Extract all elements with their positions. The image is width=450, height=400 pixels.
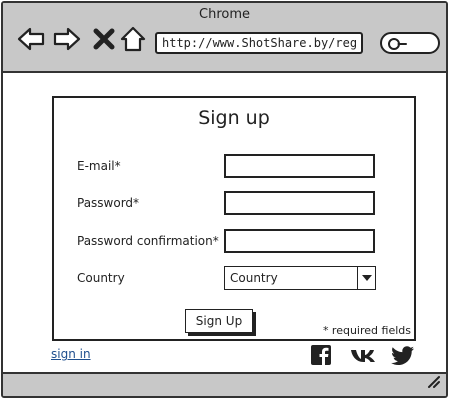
facebook-icon[interactable] [309,343,333,367]
vk-icon[interactable] [349,343,379,367]
required-fields-note: * required fields [322,324,411,337]
home-icon[interactable] [120,25,148,53]
twitter-icon[interactable] [391,343,415,367]
password-confirmation-label: Password confirmation* [77,234,219,248]
sign-in-link[interactable]: sign in [51,347,91,361]
email-field[interactable] [224,154,375,178]
form-title: Sign up [198,107,270,129]
address-bar[interactable]: http://www.ShotShare.by/reg [155,32,363,54]
close-icon[interactable] [92,25,120,53]
browser-toolbar: Chrome http://www.ShotShare.by/reg [3,3,446,73]
chevron-down-icon [362,275,372,281]
resize-grip-icon[interactable] [426,373,440,392]
search-icon [388,38,407,50]
status-bar [3,372,446,396]
browser-window: Chrome http://www.ShotShare.by/reg Sign … [1,1,448,398]
signup-form: Sign up E-mail* Password* Password confi… [52,96,416,341]
back-arrow-icon[interactable] [17,25,45,53]
password-label: Password* [77,196,140,210]
email-label: E-mail* [77,159,121,173]
dropdown-button[interactable] [357,267,375,289]
window-title: Chrome [199,7,250,22]
country-select[interactable]: Country [224,266,376,290]
country-label: Country [77,271,125,285]
forward-arrow-icon[interactable] [53,25,81,53]
sign-up-button[interactable]: Sign Up [185,309,253,333]
password-confirmation-field[interactable] [224,229,375,253]
country-selected-value: Country [230,271,278,285]
search-box[interactable] [380,32,440,54]
password-field[interactable] [224,191,375,215]
